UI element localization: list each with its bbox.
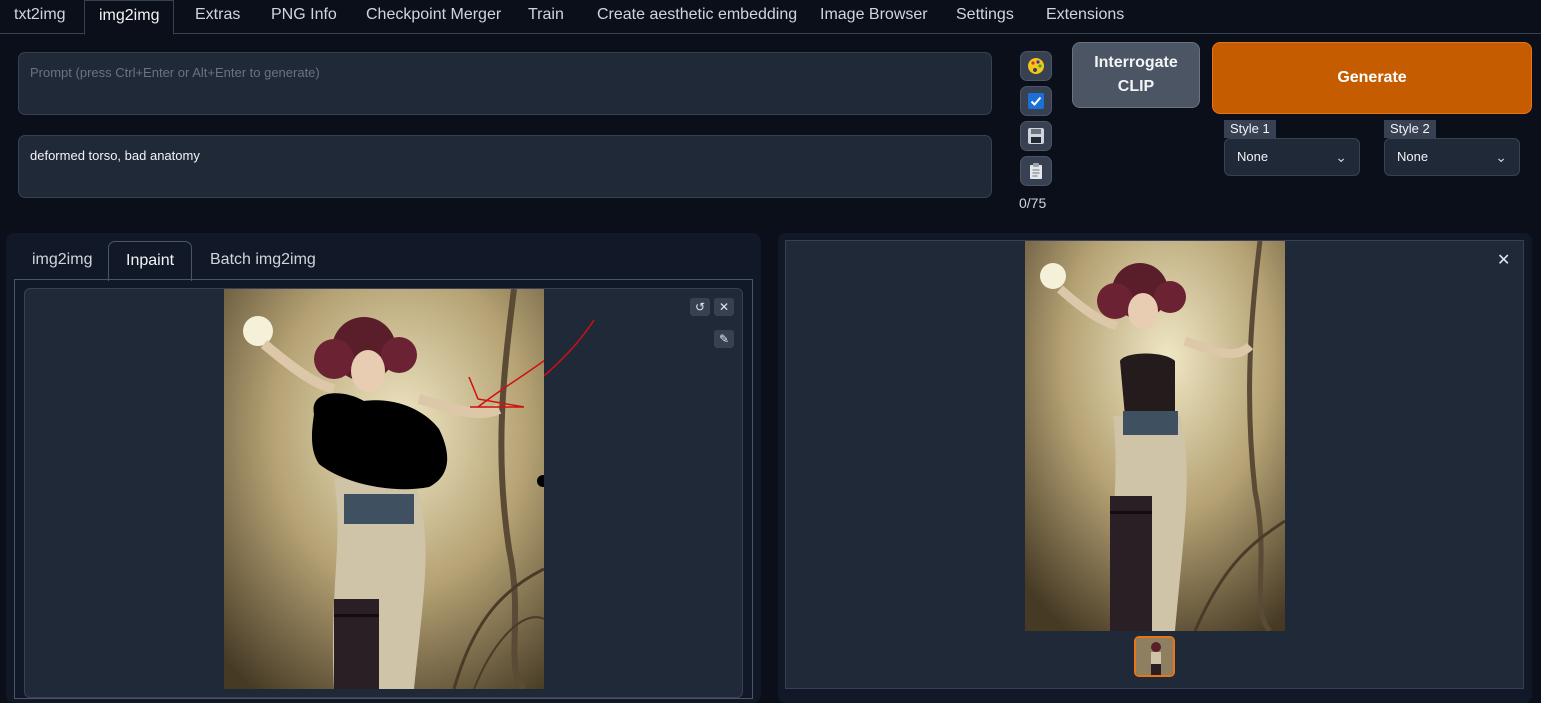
gallery-thumbnail[interactable] <box>1134 636 1175 677</box>
prompt-placeholder: Prompt (press Ctrl+Enter or Alt+Enter to… <box>30 65 320 80</box>
random-artist-button[interactable] <box>1020 51 1052 81</box>
tab-img2img[interactable]: img2img <box>84 0 175 35</box>
interrogate-label-line1: Interrogate <box>1094 54 1178 71</box>
subtab-img2img[interactable]: img2img <box>15 241 109 281</box>
generate-label: Generate <box>1337 69 1407 86</box>
mask-stroke-overflow <box>544 319 595 377</box>
thumbnail-graphic <box>1136 638 1173 675</box>
interrogate-label-line2: CLIP <box>1117 78 1155 95</box>
style-2-select[interactable]: None ⌄ <box>1384 138 1520 176</box>
generate-button[interactable]: Generate <box>1212 42 1532 114</box>
checkbox-icon <box>1028 93 1044 109</box>
subtab-inpaint[interactable]: Inpaint <box>108 241 193 281</box>
top-tab-bar: txt2img img2img Extras PNG Info Checkpoi… <box>0 0 1541 35</box>
tab-txt2img[interactable]: txt2img <box>0 0 80 34</box>
floppy-disk-icon <box>1028 128 1044 144</box>
tab-create-aesthetic-embedding[interactable]: Create aesthetic embedding <box>583 0 811 34</box>
subtab-batch-img2img[interactable]: Batch img2img <box>193 241 333 281</box>
style-1-value: None <box>1237 149 1269 164</box>
prompt-input[interactable]: Prompt (press Ctrl+Enter or Alt+Enter to… <box>18 52 992 115</box>
palette-icon <box>1028 58 1044 74</box>
negative-prompt-input[interactable]: deformed torso, bad anatomy <box>18 135 992 198</box>
interrogate-clip-button[interactable]: Interrogate CLIP <box>1072 42 1200 108</box>
chevron-down-icon: ⌄ <box>1335 149 1347 165</box>
paste-button[interactable] <box>1020 156 1052 186</box>
output-image[interactable] <box>1025 241 1285 631</box>
inpaint-image[interactable] <box>224 289 544 689</box>
undo-icon[interactable]: ↺ <box>690 298 710 316</box>
brush-icon[interactable]: ✎ <box>714 330 734 348</box>
chevron-down-icon: ⌄ <box>1495 149 1507 165</box>
style-1-select[interactable]: None ⌄ <box>1224 138 1360 176</box>
close-icon[interactable]: ✕ <box>1497 250 1510 270</box>
tab-settings[interactable]: Settings <box>942 0 1028 34</box>
tab-train[interactable]: Train <box>514 0 578 34</box>
clipboard-icon <box>1030 163 1042 179</box>
checkbox-button[interactable] <box>1020 86 1052 116</box>
tab-png-info[interactable]: PNG Info <box>257 0 351 34</box>
output-image-graphic <box>1025 241 1285 631</box>
clear-icon[interactable]: ✕ <box>714 298 734 316</box>
style-2-value: None <box>1397 149 1429 164</box>
token-counter: 0/75 <box>1019 195 1047 211</box>
negative-prompt-text: deformed torso, bad anatomy <box>30 148 200 163</box>
inpaint-image-graphic <box>224 289 544 689</box>
tab-extras[interactable]: Extras <box>181 0 254 34</box>
tab-image-browser[interactable]: Image Browser <box>806 0 942 34</box>
style-1-label: Style 1 <box>1224 120 1276 138</box>
tab-extensions[interactable]: Extensions <box>1032 0 1138 34</box>
tab-checkpoint-merger[interactable]: Checkpoint Merger <box>352 0 515 34</box>
save-style-button[interactable] <box>1020 121 1052 151</box>
style-2-label: Style 2 <box>1384 120 1436 138</box>
